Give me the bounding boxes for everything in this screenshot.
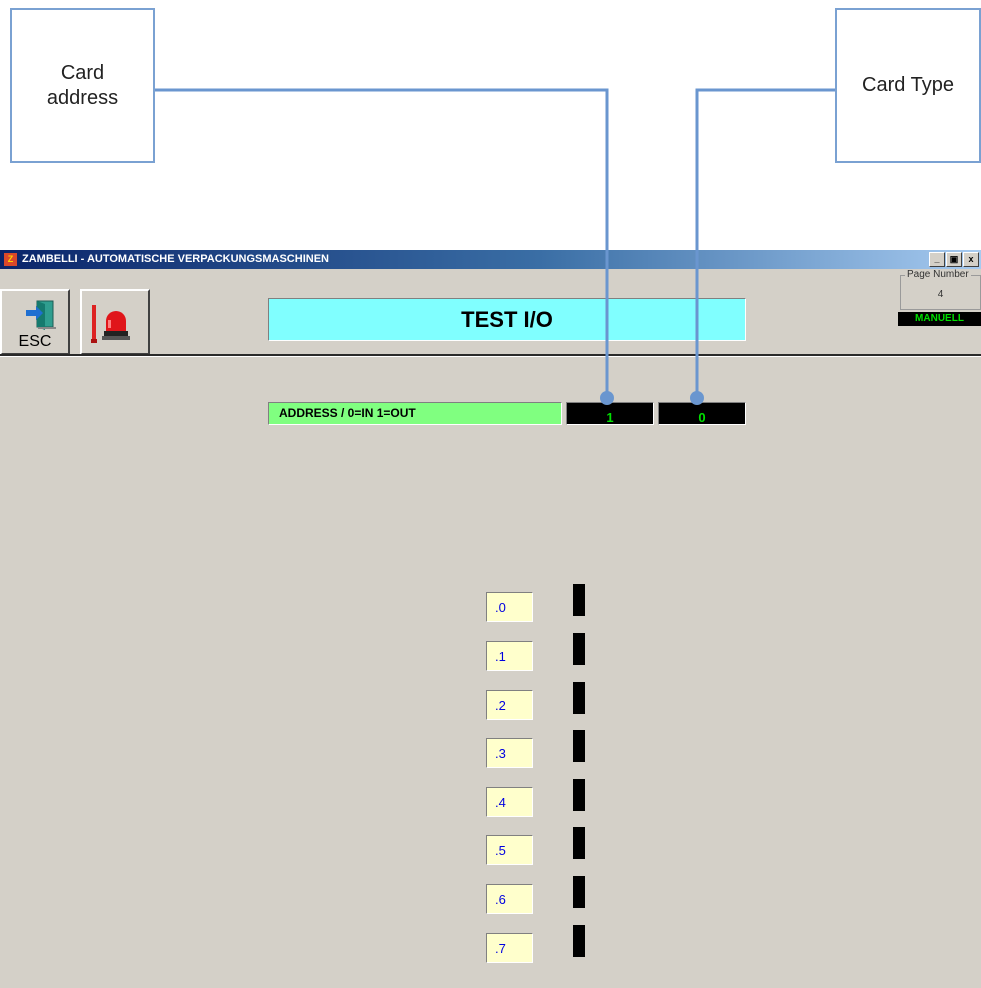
bit-row: .0 — [486, 584, 596, 622]
page-title: TEST I/O — [268, 298, 746, 341]
bit-row: .7 — [486, 925, 596, 963]
bit-row: .4 — [486, 779, 596, 817]
alarm-beacon-icon — [91, 305, 130, 343]
minimize-button[interactable]: _ — [929, 252, 945, 267]
callout-card-type-text: Card Type — [862, 74, 954, 96]
page-number-label: Page Number — [905, 269, 971, 280]
esc-button[interactable]: ESC — [0, 289, 70, 355]
card-address-field[interactable]: 1 — [566, 402, 654, 425]
bit-indicator — [573, 779, 585, 811]
close-button[interactable]: x — [963, 252, 979, 267]
bit-indicator — [573, 682, 585, 714]
bit-indicator — [573, 730, 585, 762]
bit-row: .2 — [486, 682, 596, 720]
esc-label: ESC — [18, 333, 52, 350]
bit-row: .1 — [486, 633, 596, 671]
bit-indicator — [573, 925, 585, 957]
window-title: ZAMBELLI - AUTOMATISCHE VERPACKUNGSMASCH… — [22, 253, 329, 265]
alarm-button[interactable] — [80, 289, 150, 355]
bit-indicator — [573, 827, 585, 859]
restore-button[interactable]: ▣ — [946, 252, 962, 267]
bit-indicator — [573, 584, 585, 616]
bit-indicator — [573, 633, 585, 665]
door-exit-icon — [26, 300, 56, 330]
callout-card-type: Card Type — [835, 8, 981, 163]
bit-row: .5 — [486, 827, 596, 865]
bit-label: .0 — [486, 592, 533, 622]
header-divider — [0, 354, 981, 357]
mode-badge: MANUELL — [898, 312, 981, 326]
address-label: ADDRESS / 0=IN 1=OUT — [268, 402, 562, 425]
bit-label: .4 — [486, 787, 533, 817]
bit-indicator — [573, 876, 585, 908]
bit-label: .3 — [486, 738, 533, 768]
window-titlebar[interactable]: Z ZAMBELLI - AUTOMATISCHE VERPACKUNGSMAS… — [0, 250, 981, 269]
bit-label: .7 — [486, 933, 533, 963]
bit-label: .1 — [486, 641, 533, 671]
callout-card-address: Card address — [10, 8, 155, 163]
page-number-value: 4 — [937, 289, 944, 300]
bit-label: .2 — [486, 690, 533, 720]
callout-card-address-text: Card address — [46, 61, 119, 109]
app-window: Z ZAMBELLI - AUTOMATISCHE VERPACKUNGSMAS… — [0, 250, 981, 988]
zambelli-logo-icon: Z — [4, 253, 17, 266]
bit-label: .5 — [486, 835, 533, 865]
bit-row: .6 — [486, 876, 596, 914]
card-type-field[interactable]: 0 — [658, 402, 746, 425]
bit-row: .3 — [486, 730, 596, 768]
page-number-group: Page Number 4 — [900, 269, 981, 310]
bit-label: .6 — [486, 884, 533, 914]
